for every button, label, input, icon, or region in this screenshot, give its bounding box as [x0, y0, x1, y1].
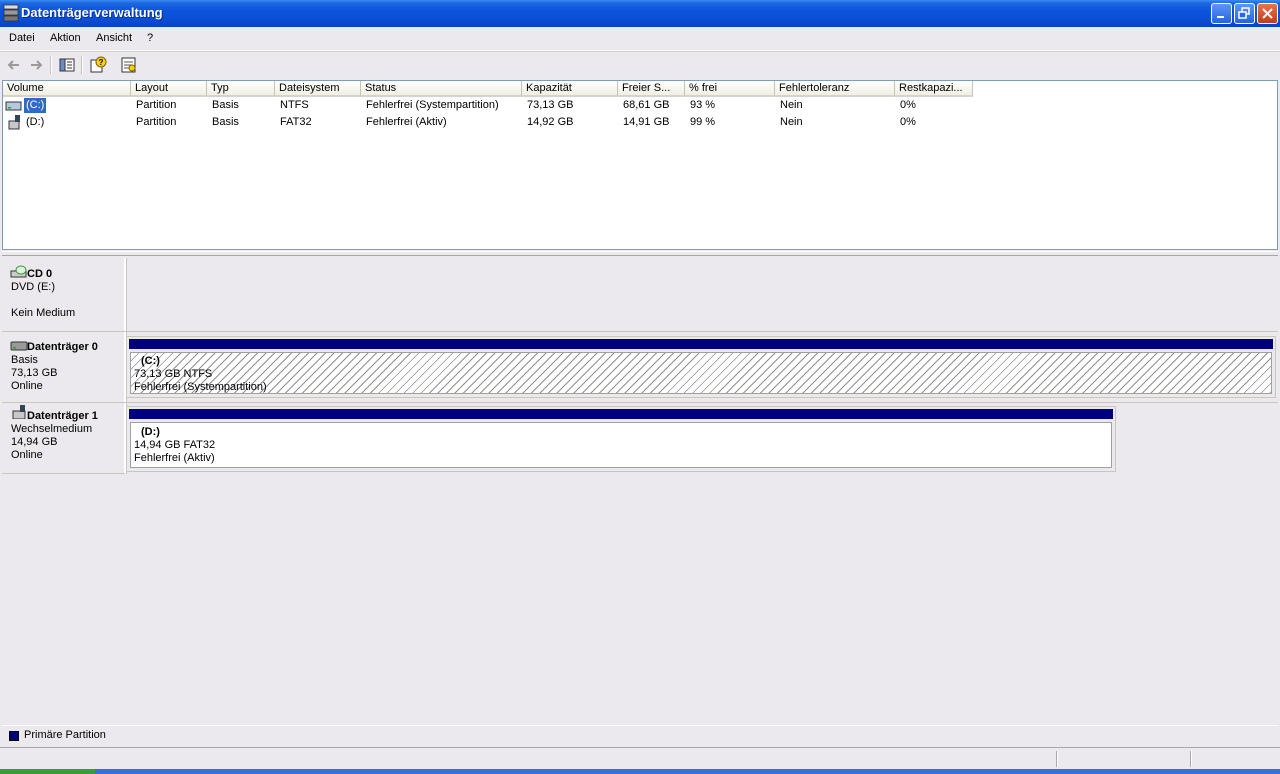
start-button-edge[interactable]	[0, 769, 95, 774]
cell-prozent-frei: 99 %	[690, 116, 716, 128]
disk-name: Datenträger 0	[27, 341, 98, 353]
partition-body[interactable]: (C:) 73,13 GB NTFS Fehlerfrei (Systempar…	[130, 352, 1272, 394]
cell-volume[interactable]: (D:)	[26, 115, 44, 130]
disk-info-line: DVD (E:)	[11, 281, 55, 293]
minimize-button[interactable]	[1211, 3, 1232, 24]
cell-freier-speicher: 68,61 GB	[623, 99, 670, 111]
cell-kapazitaet: 14,92 GB	[527, 116, 574, 128]
menu-bar: Datei Aktion Ansicht ?	[0, 27, 1280, 51]
status-bar	[0, 747, 1280, 770]
hard-disk-icon	[10, 341, 28, 351]
menu-ansicht[interactable]: Ansicht	[96, 32, 132, 44]
column-header-typ[interactable]: Typ	[207, 81, 275, 97]
column-header-prozent-frei[interactable]: % frei	[685, 81, 775, 97]
primary-partition-swatch	[9, 731, 19, 741]
disk-management-icon[interactable]	[3, 4, 19, 22]
cell-typ: Basis	[212, 99, 239, 111]
disk-name: Datenträger 1	[27, 410, 98, 422]
menu-aktion[interactable]: Aktion	[50, 32, 81, 44]
disk-label-disk1[interactable]: Datenträger 1 Wechselmedium 14,94 GB Onl…	[2, 403, 126, 474]
partition-size: 14,94 GB FAT32	[134, 439, 216, 451]
settings-properties-icon[interactable]	[119, 55, 139, 75]
cell-status: Fehlerfrei (Systempartition)	[366, 99, 499, 111]
disk-info-line: 14,94 GB	[11, 436, 58, 448]
column-header-fehlertoleranz[interactable]: Fehlertoleranz	[775, 81, 895, 97]
disk-info-line: Kein Medium	[11, 307, 76, 319]
column-header-status[interactable]: Status	[361, 81, 522, 97]
show-hide-tree-icon[interactable]	[57, 55, 77, 75]
svg-text:?: ?	[99, 58, 104, 67]
column-header-restkapazitaet[interactable]: Restkapazi...	[895, 81, 973, 97]
disk-row-disk1[interactable]: Datenträger 1 Wechselmedium 14,94 GB Onl…	[2, 403, 1278, 474]
legend-primary-label: Primäre Partition	[24, 729, 106, 741]
cell-fehlertoleranz: Nein	[780, 116, 803, 128]
column-header-volume[interactable]: Volume	[3, 81, 131, 97]
partition-status: Fehlerfrei (Aktiv)	[134, 452, 215, 464]
forward-arrow-icon[interactable]	[26, 55, 46, 75]
cell-layout: Partition	[136, 99, 177, 111]
restore-button[interactable]	[1234, 3, 1255, 24]
column-header-dateisystem[interactable]: Dateisystem	[275, 81, 361, 97]
removable-drive-icon	[8, 115, 20, 130]
toolbar: ?	[0, 51, 1280, 78]
cell-volume[interactable]: (C:)	[22, 97, 48, 114]
disk-info-line: Online	[11, 380, 43, 392]
close-button[interactable]	[1257, 3, 1278, 24]
disk-info-line: Wechselmedium	[11, 423, 93, 435]
cell-restkapazitaet: 0%	[900, 99, 916, 111]
cell-dateisystem: FAT32	[280, 116, 312, 128]
pane-splitter[interactable]	[2, 251, 1278, 256]
disk-info-line: Basis	[11, 354, 38, 366]
primary-partition-bar	[129, 339, 1273, 349]
cell-restkapazitaet: 0%	[900, 116, 916, 128]
partition-d[interactable]: (D:) 14,94 GB FAT32 Fehlerfrei (Aktiv)	[126, 406, 1116, 472]
disk-row-cd0[interactable]: CD 0 DVD (E:) Kein Medium	[2, 258, 1278, 332]
help-properties-icon[interactable]: ?	[88, 55, 108, 75]
cell-fehlertoleranz: Nein	[780, 99, 803, 111]
removable-disk-icon	[12, 405, 26, 419]
partition-c[interactable]: (C:) 73,13 GB NTFS Fehlerfrei (Systempar…	[126, 336, 1276, 398]
close-icon	[1262, 8, 1273, 19]
cd-drive-icon	[10, 265, 27, 278]
window-title: Datenträgerverwaltung	[21, 5, 163, 20]
cell-typ: Basis	[212, 116, 239, 128]
cell-dateisystem: NTFS	[280, 99, 309, 111]
column-header-layout[interactable]: Layout	[131, 81, 207, 97]
taskbar-strip	[0, 769, 1280, 774]
menu-help[interactable]: ?	[147, 32, 153, 44]
disk-info-line: 73,13 GB	[11, 367, 58, 379]
minimize-icon	[1217, 16, 1224, 18]
volume-drive-icon	[5, 101, 22, 111]
disk-info-line: Online	[11, 449, 43, 461]
disk-row-disk0[interactable]: Datenträger 0 Basis 73,13 GB Online (C:)…	[2, 332, 1278, 403]
cell-status: Fehlerfrei (Aktiv)	[366, 116, 447, 128]
primary-partition-bar	[129, 409, 1113, 419]
column-header-freier-speicher[interactable]: Freier S...	[618, 81, 685, 97]
title-bar[interactable]: Datenträgerverwaltung	[0, 0, 1280, 27]
cell-layout: Partition	[136, 116, 177, 128]
disk-label-cd0[interactable]: CD 0 DVD (E:) Kein Medium	[2, 258, 126, 331]
disk-label-disk0[interactable]: Datenträger 0 Basis 73,13 GB Online	[2, 332, 126, 402]
restore-icon	[1238, 7, 1250, 19]
disk-name: CD 0	[27, 268, 53, 280]
partition-body[interactable]: (D:) 14,94 GB FAT32 Fehlerfrei (Aktiv)	[130, 422, 1112, 468]
partition-status: Fehlerfrei (Systempartition)	[134, 381, 267, 393]
menu-datei[interactable]: Datei	[9, 32, 35, 44]
legend: Primäre Partition	[2, 725, 1278, 746]
column-header-kapazitaet[interactable]: Kapazität	[522, 81, 618, 97]
disk-view: CD 0 DVD (E:) Kein Medium Datenträger 0 …	[2, 258, 1278, 725]
volume-list[interactable]: Volume Layout Typ Dateisystem Status Kap…	[2, 80, 1278, 250]
cell-kapazitaet: 73,13 GB	[527, 99, 574, 111]
cell-prozent-frei: 93 %	[690, 99, 716, 111]
cell-freier-speicher: 14,91 GB	[623, 116, 670, 128]
back-arrow-icon[interactable]	[4, 55, 24, 75]
partition-title: (C:)	[141, 355, 160, 367]
partition-size: 73,13 GB NTFS	[134, 368, 213, 380]
partition-title: (D:)	[141, 426, 160, 438]
